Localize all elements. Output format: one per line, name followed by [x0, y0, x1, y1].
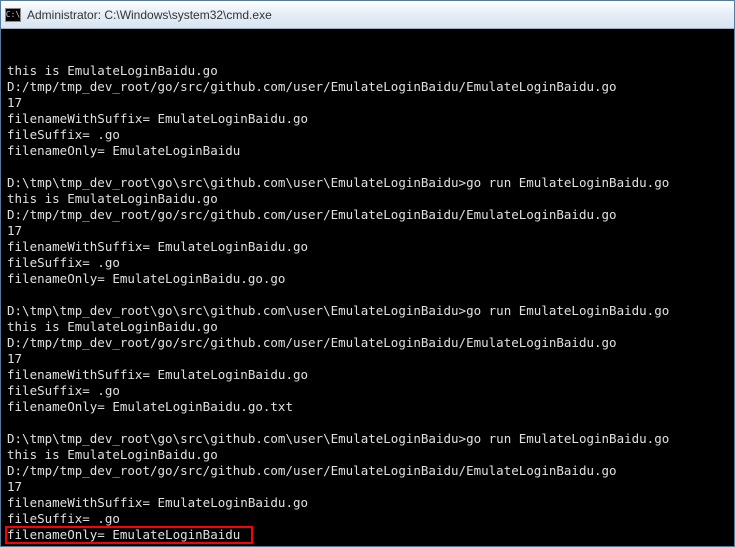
console-line: filenameOnly= EmulateLoginBaidu: [7, 527, 728, 543]
console-line: filenameWithSuffix= EmulateLoginBaidu.go: [7, 495, 728, 511]
console-line: 17: [7, 479, 728, 495]
console-line: [7, 543, 728, 546]
console-line: filenameWithSuffix= EmulateLoginBaidu.go: [7, 111, 728, 127]
console-line: D:/tmp/tmp_dev_root/go/src/github.com/us…: [7, 335, 728, 351]
console-line: filenameOnly= EmulateLoginBaidu: [7, 143, 728, 159]
console-line: D:/tmp/tmp_dev_root/go/src/github.com/us…: [7, 79, 728, 95]
console-line: this is EmulateLoginBaidu.go: [7, 447, 728, 463]
console-line: D:/tmp/tmp_dev_root/go/src/github.com/us…: [7, 463, 728, 479]
console-line: [7, 159, 728, 175]
titlebar[interactable]: C:\ Administrator: C:\Windows\system32\c…: [1, 1, 734, 29]
console-line: [7, 287, 728, 303]
cmd-window: C:\ Administrator: C:\Windows\system32\c…: [0, 0, 735, 547]
console-line: D:\tmp\tmp_dev_root\go\src\github.com\us…: [7, 431, 728, 447]
console-line: D:/tmp/tmp_dev_root/go/src/github.com/us…: [7, 207, 728, 223]
console-line: 17: [7, 351, 728, 367]
console-line: this is EmulateLoginBaidu.go: [7, 191, 728, 207]
window-title: Administrator: C:\Windows\system32\cmd.e…: [27, 8, 272, 22]
console-line: filenameWithSuffix= EmulateLoginBaidu.go: [7, 239, 728, 255]
console-line: this is EmulateLoginBaidu.go: [7, 63, 728, 79]
console-line: fileSuffix= .go: [7, 511, 728, 527]
cmd-icon: C:\: [5, 8, 21, 22]
console-line: fileSuffix= .go: [7, 255, 728, 271]
console-line: D:\tmp\tmp_dev_root\go\src\github.com\us…: [7, 175, 728, 191]
console-line: this is EmulateLoginBaidu.go: [7, 319, 728, 335]
console-line: 17: [7, 223, 728, 239]
console-line: filenameOnly= EmulateLoginBaidu.go.go: [7, 271, 728, 287]
console-line: [7, 415, 728, 431]
console-line: fileSuffix= .go: [7, 127, 728, 143]
console-line: filenameWithSuffix= EmulateLoginBaidu.go: [7, 367, 728, 383]
console-line: filenameOnly= EmulateLoginBaidu.go.txt: [7, 399, 728, 415]
console-line: fileSuffix= .go: [7, 383, 728, 399]
console-line: 17: [7, 95, 728, 111]
console-line: D:\tmp\tmp_dev_root\go\src\github.com\us…: [7, 303, 728, 319]
console-output[interactable]: this is EmulateLoginBaidu.goD:/tmp/tmp_d…: [1, 29, 734, 546]
